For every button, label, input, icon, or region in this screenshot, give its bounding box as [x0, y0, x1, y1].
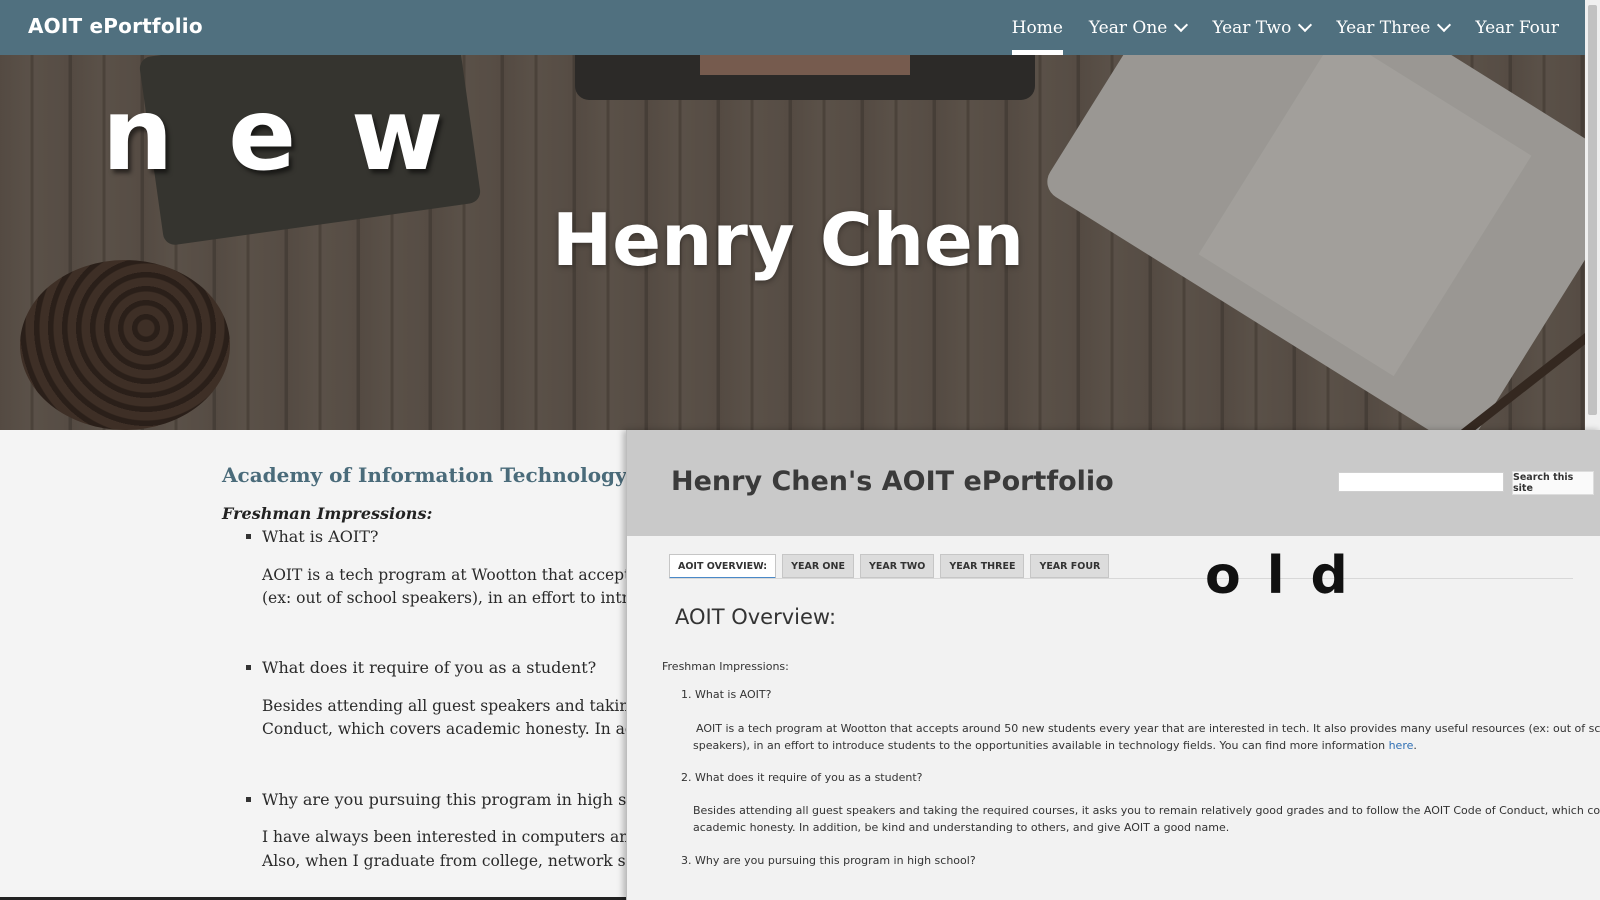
old-tab-bar: AOIT OVERVIEW: YEAR ONE YEAR TWO YEAR TH… [669, 554, 1110, 579]
search-button[interactable]: Search this site [1512, 471, 1594, 495]
old-answer-1-end: . [1413, 739, 1417, 752]
freshman-heading: Freshman Impressions: [222, 504, 433, 523]
tab-year-two[interactable]: YEAR TWO [859, 554, 935, 578]
chevron-down-icon [1174, 17, 1189, 33]
old-site-title[interactable]: Henry Chen's AOIT ePortfolio [671, 466, 1114, 497]
chevron-down-icon [1298, 17, 1313, 33]
question-item: What is AOIT? [245, 527, 379, 546]
answer-line: AOIT is a tech program at Wootton that a… [262, 566, 628, 584]
chevron-down-icon [1437, 17, 1452, 33]
old-page-heading: AOIT Overview: [675, 605, 837, 629]
nav-year-three[interactable]: Year Three [1336, 0, 1452, 55]
old-question-3: 3. Why are you pursuing this program in … [681, 854, 976, 867]
answer-line: Also, when I graduate from college, netw… [262, 852, 628, 870]
old-answer-1-line-2: speakers), in an effort to introduce stu… [693, 739, 1417, 752]
nav-home-label: Home [1011, 17, 1063, 38]
answer-line: Conduct, which covers academic honesty. … [262, 720, 628, 738]
old-question-2: 2. What does it require of you as a stud… [681, 771, 923, 784]
old-answer-1-line-1: AOIT is a tech program at Wootton that a… [696, 722, 1600, 735]
question-item: Why are you pursuing this program in hig… [246, 790, 628, 809]
search-input[interactable] [1338, 472, 1504, 492]
old-header: Henry Chen's AOIT ePortfolio Search this… [627, 430, 1600, 536]
old-freshman-heading: Freshman Impressions: [662, 660, 789, 673]
answer-line: I have always been interested in compute… [262, 828, 628, 846]
nav-year-one[interactable]: Year One [1088, 0, 1189, 55]
old-answer-2-line-1: Besides attending all guest speakers and… [693, 804, 1600, 817]
tab-year-one[interactable]: YEAR ONE [782, 554, 854, 578]
nav-year-one-label: Year One [1088, 17, 1168, 38]
answer-line: Besides attending all guest speakers and… [262, 697, 628, 715]
nav-year-four-label: Year Four [1475, 17, 1559, 38]
old-annotation-label: old [1205, 546, 1374, 606]
old-question-1: 1. What is AOIT? [681, 688, 772, 701]
more-info-link[interactable]: here [1389, 739, 1414, 752]
old-answer-2-line-2: academic honesty. In addition, be kind a… [693, 821, 1230, 834]
section-title: Academy of Information Technology (AO [222, 463, 628, 487]
nav-year-four[interactable]: Year Four [1475, 0, 1559, 55]
tab-divider [669, 578, 1573, 579]
old-site-screenshot: Henry Chen's AOIT ePortfolio Search this… [626, 430, 1600, 900]
scrollbar-thumb[interactable] [1588, 5, 1597, 415]
nav-menu: Home Year One Year Two Year Three Year F… [1011, 0, 1559, 55]
tab-year-four[interactable]: YEAR FOUR [1030, 554, 1110, 578]
answer-line: (ex: out of school speakers), in an effo… [262, 589, 628, 607]
nav-year-two-label: Year Two [1212, 17, 1292, 38]
new-annotation-label: new [102, 76, 499, 193]
site-brand[interactable]: AOIT ePortfolio [28, 14, 203, 38]
new-content: Academy of Information Technology (AO Fr… [0, 430, 628, 900]
old-answer-1-text: speakers), in an effort to introduce stu… [693, 739, 1389, 752]
nav-home[interactable]: Home [1011, 0, 1064, 55]
hero-title: Henry Chen [552, 198, 1025, 282]
question-item: What does it require of you as a student… [245, 658, 597, 677]
tab-aoit-overview[interactable]: AOIT OVERVIEW: [669, 554, 777, 579]
top-nav: AOIT ePortfolio Home Year One Year Two Y… [0, 0, 1585, 55]
nav-year-two[interactable]: Year Two [1212, 0, 1313, 55]
nav-year-three-label: Year Three [1336, 17, 1431, 38]
tab-year-three[interactable]: YEAR THREE [940, 554, 1025, 578]
